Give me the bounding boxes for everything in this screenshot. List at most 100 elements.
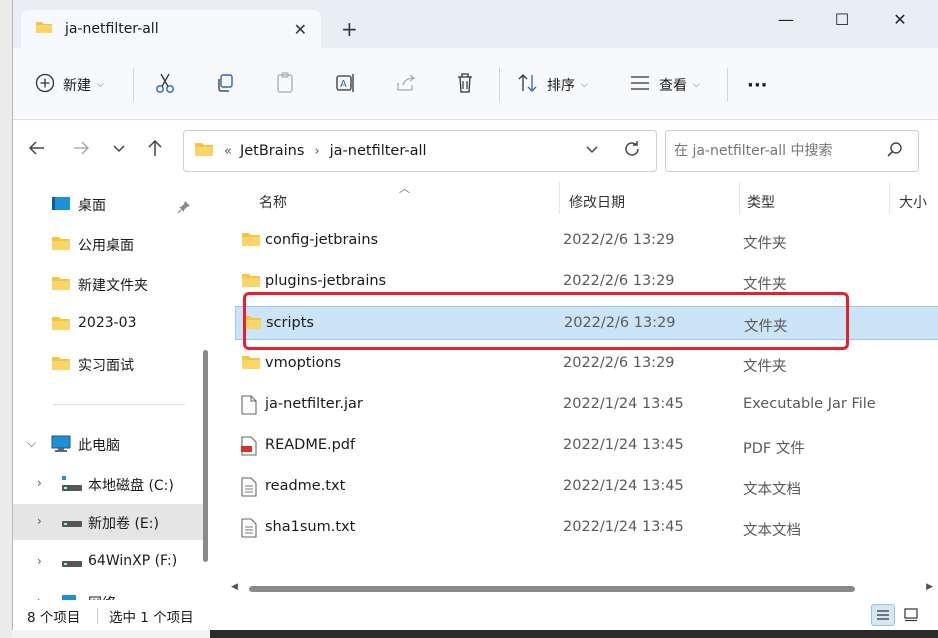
file-row[interactable]: ja-netfilter.jar 2022/1/24 13:45 Executabl…	[235, 388, 938, 422]
details-view-button[interactable]	[871, 604, 895, 626]
chevron-down-icon: ⌵	[97, 80, 104, 90]
sidebar-item-2023-03[interactable]: 2023-03	[13, 306, 205, 342]
column-divider[interactable]	[559, 182, 560, 214]
file-row[interactable]: readme.txt 2022/1/24 13:45 文本文档	[235, 470, 938, 504]
tab-close-icon[interactable]: ✕	[294, 20, 307, 39]
sort-button[interactable]: 排序 ⌵	[517, 72, 588, 98]
folder-icon	[194, 141, 214, 161]
toolbar-divider	[133, 68, 134, 102]
cut-button[interactable]	[155, 72, 175, 98]
paste-button[interactable]	[275, 72, 295, 98]
column-divider[interactable]	[889, 182, 890, 214]
sidebar-item-label: 实习面试	[78, 358, 134, 374]
sidebar-item-this-pc[interactable]: ⌵ 此电脑	[13, 426, 205, 462]
file-type: 文件夹	[744, 319, 788, 335]
sidebar-item-new-folder[interactable]: 新建文件夹	[13, 266, 205, 302]
column-header-type[interactable]: 类型	[747, 192, 775, 212]
column-header-row: ︿ 名称 修改日期 类型 大小	[219, 182, 938, 220]
file-name: vmoptions	[265, 355, 342, 371]
file-row[interactable]: vmoptions 2022/2/6 13:29 文件夹	[235, 347, 938, 381]
column-header-size[interactable]: 大小	[899, 192, 927, 212]
sidebar-item-label: 此电脑	[78, 438, 120, 454]
toolbar-divider	[727, 68, 728, 102]
drive-icon	[61, 513, 83, 535]
chevron-right-icon[interactable]: ›	[37, 554, 42, 568]
file-row[interactable]: README.pdf 2022/1/24 13:45 PDF 文件	[235, 429, 938, 463]
file-row[interactable]: sha1sum.txt 2022/1/24 13:45 文本文档	[235, 511, 938, 545]
sidebar-item-drive-c[interactable]: › 本地磁盘 (C:)	[13, 466, 205, 502]
file-type: PDF 文件	[743, 441, 805, 457]
recent-locations-chevron-icon[interactable]	[111, 138, 127, 163]
pin-icon[interactable]	[177, 200, 191, 218]
file-row[interactable]: plugins-jetbrains 2022/2/6 13:29 文件夹	[235, 265, 938, 299]
tiles-view-button[interactable]	[899, 604, 923, 626]
sidebar-item-label: 2023-03	[78, 315, 137, 331]
tab-ja-netfilter-all[interactable]: ja-netfilter-all ✕	[21, 10, 321, 48]
breadcrumb-overflow[interactable]: «	[224, 144, 232, 159]
column-header-date[interactable]: 修改日期	[569, 192, 625, 212]
sidebar-item-public-desktop[interactable]: 公用桌面	[13, 226, 205, 262]
column-header-name[interactable]: 名称	[259, 192, 287, 212]
minimize-button[interactable]: —	[763, 10, 809, 29]
file-row[interactable]: config-jetbrains 2022/2/6 13:29 文件夹	[235, 224, 938, 258]
new-tab-button[interactable]: +	[341, 19, 358, 39]
search-input[interactable]	[674, 139, 874, 163]
back-arrow-icon[interactable]	[27, 138, 47, 163]
column-divider[interactable]	[739, 182, 740, 214]
tab-title: ja-netfilter-all	[65, 21, 159, 37]
sidebar-item-label: 公用桌面	[78, 238, 134, 254]
horizontal-scrollbar[interactable]: ◀ ▶	[227, 582, 933, 596]
sidebar-scrollbar[interactable]	[203, 350, 208, 562]
address-bar[interactable]: « JetBrains › ja-netfilter-all	[183, 130, 657, 172]
share-button[interactable]	[395, 72, 417, 98]
more-button[interactable]: ···	[747, 72, 768, 98]
chevron-down-icon: ⌵	[693, 80, 700, 90]
up-arrow-icon[interactable]	[145, 138, 165, 163]
file-type: 文件夹	[743, 359, 787, 375]
close-button[interactable]: ✕	[877, 10, 923, 29]
folder-icon	[51, 235, 71, 255]
list-view-icon	[629, 74, 651, 96]
maximize-button[interactable]: ☐	[819, 10, 865, 29]
file-date: 2022/1/24 13:45	[563, 437, 684, 453]
folder-icon	[35, 20, 53, 38]
chevron-down-icon[interactable]: ⌵	[27, 436, 36, 451]
chevron-right-icon[interactable]: ›	[37, 514, 42, 528]
sidebar-item-desktop[interactable]: 桌面	[13, 186, 205, 222]
chevron-right-icon[interactable]: ›	[37, 476, 42, 490]
folder-icon	[241, 231, 261, 251]
sidebar-item-drive-f[interactable]: › 64WinXP (F:)	[13, 544, 205, 580]
file-row[interactable]: scripts 2022/2/6 13:29 文件夹	[235, 306, 938, 340]
sidebar-item-label: 新加卷 (E:)	[88, 516, 159, 532]
sidebar-item-drive-e[interactable]: › 新加卷 (E:)	[13, 504, 205, 540]
command-bar: 新建 ⌵ A 排序 ⌵ 查看 ⌵ ···	[13, 48, 938, 120]
file-name: config-jetbrains	[265, 232, 379, 248]
rename-button[interactable]: A	[335, 72, 357, 98]
chevron-down-icon: ⌵	[581, 80, 588, 90]
breadcrumb-jetbrains[interactable]: JetBrains	[240, 143, 304, 159]
search-box[interactable]	[665, 130, 919, 172]
sidebar-item-internship[interactable]: 实习面试	[13, 346, 205, 382]
sidebar-item-label: 桌面	[78, 198, 106, 214]
file-type: Executable Jar File	[743, 396, 876, 412]
sidebar-divider	[53, 404, 185, 405]
breadcrumb-separator[interactable]: ›	[314, 144, 319, 159]
horizontal-scroll-thumb[interactable]	[249, 586, 855, 592]
refresh-icon[interactable]	[622, 139, 642, 164]
view-button[interactable]: 查看 ⌵	[629, 72, 700, 98]
scissors-icon	[155, 72, 175, 98]
breadcrumb-ja-netfilter-all[interactable]: ja-netfilter-all	[330, 143, 427, 159]
file-list: ︿ 名称 修改日期 类型 大小 config-jetbrains 2022/2/6…	[219, 182, 938, 600]
file-date: 2022/2/6 13:29	[563, 355, 675, 371]
scroll-left-arrow-icon[interactable]: ◀	[231, 582, 238, 592]
copy-button[interactable]	[215, 72, 235, 98]
forward-arrow-icon[interactable]	[71, 138, 91, 163]
navigation-pane: 桌面 公用桌面 新建文件夹 2023-03 实习面试 ⌵ 此电脑 › 本地磁盘 …	[13, 182, 218, 600]
file-date: 2022/1/24 13:45	[563, 519, 684, 535]
new-button[interactable]: 新建 ⌵	[35, 72, 104, 98]
address-dropdown-chevron-icon[interactable]	[584, 142, 600, 162]
sidebar-item-network[interactable]: › 网络	[13, 584, 205, 600]
folder-icon	[241, 272, 261, 292]
scroll-right-arrow-icon[interactable]: ▶	[926, 582, 933, 592]
delete-button[interactable]	[455, 72, 475, 98]
